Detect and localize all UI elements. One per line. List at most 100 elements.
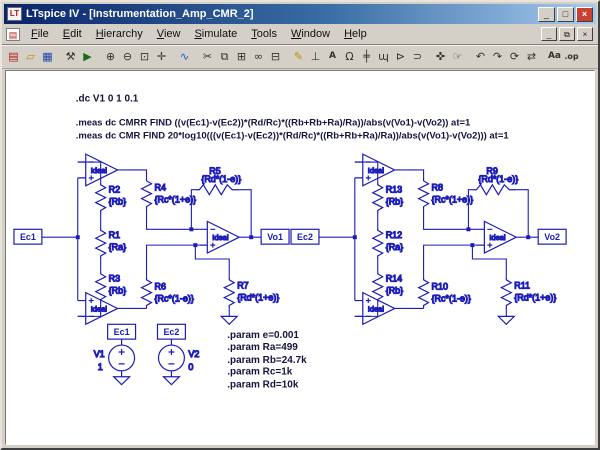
close-button[interactable]: × [576, 7, 593, 22]
menu-edit[interactable]: Edit [56, 26, 89, 43]
directive-meas-cmr[interactable]: .meas dc CMR FIND 20*log10(((v(Ec1)-v(Ec… [76, 129, 509, 140]
resistor-R5[interactable]: R5 {Rd*(1-e)} [195, 166, 241, 195]
param-ra[interactable]: .param Ra=499 [227, 342, 298, 353]
open-file-button[interactable]: ▱ [22, 48, 39, 65]
resistor-R2[interactable]: R2 {Rb} [96, 182, 126, 214]
place-capacitor-button[interactable]: ╪ [358, 48, 375, 65]
opamp-right-bottom[interactable]: Ideal [355, 293, 403, 325]
mirror-button[interactable]: ⇄ [523, 48, 540, 65]
copy-button[interactable]: ⧉ [216, 48, 233, 65]
resistor-R7[interactable]: R7 {Rd*(1+e)} [224, 277, 279, 309]
redo-button[interactable]: ↷ [489, 48, 506, 65]
directive-meas-cmrr[interactable]: .meas dc CMRR FIND ((v(Ec1)-v(Ec2))*(Rd/… [76, 116, 471, 127]
mdi-restore-button[interactable]: ⧉ [559, 27, 575, 41]
drag-button[interactable]: ☞ [449, 48, 466, 65]
place-diode-button[interactable]: ⊳ [392, 48, 409, 65]
cut-button[interactable]: ✂ [199, 48, 216, 65]
place-component-button[interactable]: ⊃ [409, 48, 426, 65]
mdi-minimize-button[interactable]: _ [541, 27, 557, 41]
net-flag-Ec2-input[interactable]: Ec2 [291, 229, 319, 244]
resistor-R9[interactable]: R9 {Rd*(1-e)} [472, 166, 518, 195]
ref-label: R10 [432, 282, 448, 292]
ref-label: R7 [237, 281, 248, 291]
zoom-out-button[interactable]: ⊖ [119, 48, 136, 65]
find-button[interactable]: ∞ [250, 48, 267, 65]
zoom-in-button[interactable]: ⊕ [102, 48, 119, 65]
menu-window[interactable]: Window [284, 26, 337, 43]
opamp-left-diff[interactable]: Ideal [199, 221, 247, 253]
opamp-left-bottom[interactable]: Ideal [78, 293, 126, 325]
print-button[interactable]: ⊟ [267, 48, 284, 65]
ground-symbol[interactable] [163, 377, 179, 385]
opamp-right-top[interactable]: Ideal [355, 154, 403, 186]
resistor-R6[interactable]: R6 {Rc*(1-e)} [142, 277, 194, 309]
net-flag-Ec1-input[interactable]: Ec1 [14, 229, 42, 244]
mdi-close-button[interactable]: × [577, 27, 593, 41]
ground-symbol[interactable] [498, 316, 514, 324]
opamp-left-top[interactable]: Ideal [78, 154, 126, 186]
minimize-button[interactable]: _ [538, 7, 555, 22]
copy-icon: ⧉ [221, 49, 229, 64]
title-bar[interactable]: LT LTspice IV - [Instrumentation_Amp_CMR… [4, 4, 596, 24]
net-flag-Vo1[interactable]: Vo1 [261, 229, 289, 244]
resistor-R1[interactable]: R1 {Ra} [96, 227, 126, 259]
opamp-right-diff[interactable]: Ideal [476, 221, 524, 253]
menu-tools[interactable]: Tools [244, 26, 284, 43]
pan-button[interactable]: ✛ [153, 48, 170, 65]
place-net-label-button[interactable]: A [324, 48, 341, 65]
paste-button[interactable]: ⊞ [233, 48, 250, 65]
opamp-value-label: Ideal [368, 304, 385, 313]
save-button[interactable]: ▦ [39, 48, 56, 65]
param-rd[interactable]: .param Rd=10k [227, 380, 299, 391]
resistor-R13[interactable]: R13 {Rb} [373, 182, 403, 214]
net-label: Ec1 [114, 327, 130, 337]
ground-symbol[interactable] [114, 377, 130, 385]
menu-view[interactable]: View [150, 26, 188, 43]
menu-file[interactable]: File [24, 26, 56, 43]
rotate-button[interactable]: ⟳ [506, 48, 523, 65]
run-button[interactable]: ▶ [79, 48, 96, 65]
zoom-full-button[interactable]: ⊡ [136, 48, 153, 65]
voltage-source-V1[interactable]: V1 1 [94, 339, 135, 377]
resistor-R3[interactable]: R3 {Rb} [96, 271, 126, 303]
component-gate-icon: ⊃ [413, 49, 422, 64]
run-icon: ▶ [83, 49, 91, 64]
value-label: {Rd*(1+e)} [514, 293, 556, 303]
param-e[interactable]: .param e=0.001 [227, 330, 299, 341]
new-schematic-icon: ▤ [8, 49, 18, 64]
move-button[interactable]: ✜ [432, 48, 449, 65]
move-cross-icon: ✜ [436, 49, 445, 64]
net-flag-Ec2-source[interactable]: Ec2 [157, 324, 185, 339]
place-text-button[interactable]: Aa [546, 48, 563, 65]
maximize-button[interactable]: □ [557, 7, 574, 22]
resistor-R12[interactable]: R12 {Ra} [373, 227, 403, 259]
resistor-R4[interactable]: R4 {Rc*(1+e)} [142, 178, 197, 210]
zoom-in-icon: ⊕ [106, 49, 115, 64]
place-inductor-button[interactable]: ɰ [375, 48, 392, 65]
control-panel-button[interactable]: ⚒ [62, 48, 79, 65]
resistor-R8[interactable]: R8 {Rc*(1+e)} [419, 178, 474, 210]
param-rc[interactable]: .param Rc=1k [227, 367, 293, 378]
child-window-icon[interactable]: ▤ [6, 28, 20, 41]
binoculars-icon: ∞ [254, 49, 263, 64]
draw-wire-button[interactable]: ✎ [290, 48, 307, 65]
net-flag-Vo2[interactable]: Vo2 [538, 229, 566, 244]
place-ground-button[interactable]: ⊥ [307, 48, 324, 65]
undo-button[interactable]: ↶ [472, 48, 489, 65]
directive-dc[interactable]: .dc V1 0 1 0.1 [76, 94, 139, 105]
voltage-source-V2[interactable]: V2 0 [158, 339, 199, 377]
resistor-R11[interactable]: R11 {Rd*(1+e)} [501, 277, 556, 309]
ground-symbol[interactable] [221, 316, 237, 324]
new-schematic-button[interactable]: ▤ [5, 48, 22, 65]
place-resistor-button[interactable]: Ω [341, 48, 358, 65]
resistor-R10[interactable]: R10 {Rc*(1-e)} [419, 277, 471, 309]
waveform-button[interactable]: ∿ [176, 48, 193, 65]
menu-simulate[interactable]: Simulate [187, 26, 244, 43]
spice-directive-button[interactable]: .op [563, 48, 580, 65]
menu-hierarchy[interactable]: Hierarchy [89, 26, 150, 43]
resistor-R14[interactable]: R14 {Rb} [373, 271, 403, 303]
net-flag-Ec1-source[interactable]: Ec1 [108, 324, 136, 339]
menu-help[interactable]: Help [337, 26, 374, 43]
param-rb[interactable]: .param Rb=24.7k [227, 355, 307, 366]
schematic-canvas[interactable]: .dc V1 0 1 0.1 .meas dc CMRR FIND ((v(Ec… [5, 70, 595, 445]
